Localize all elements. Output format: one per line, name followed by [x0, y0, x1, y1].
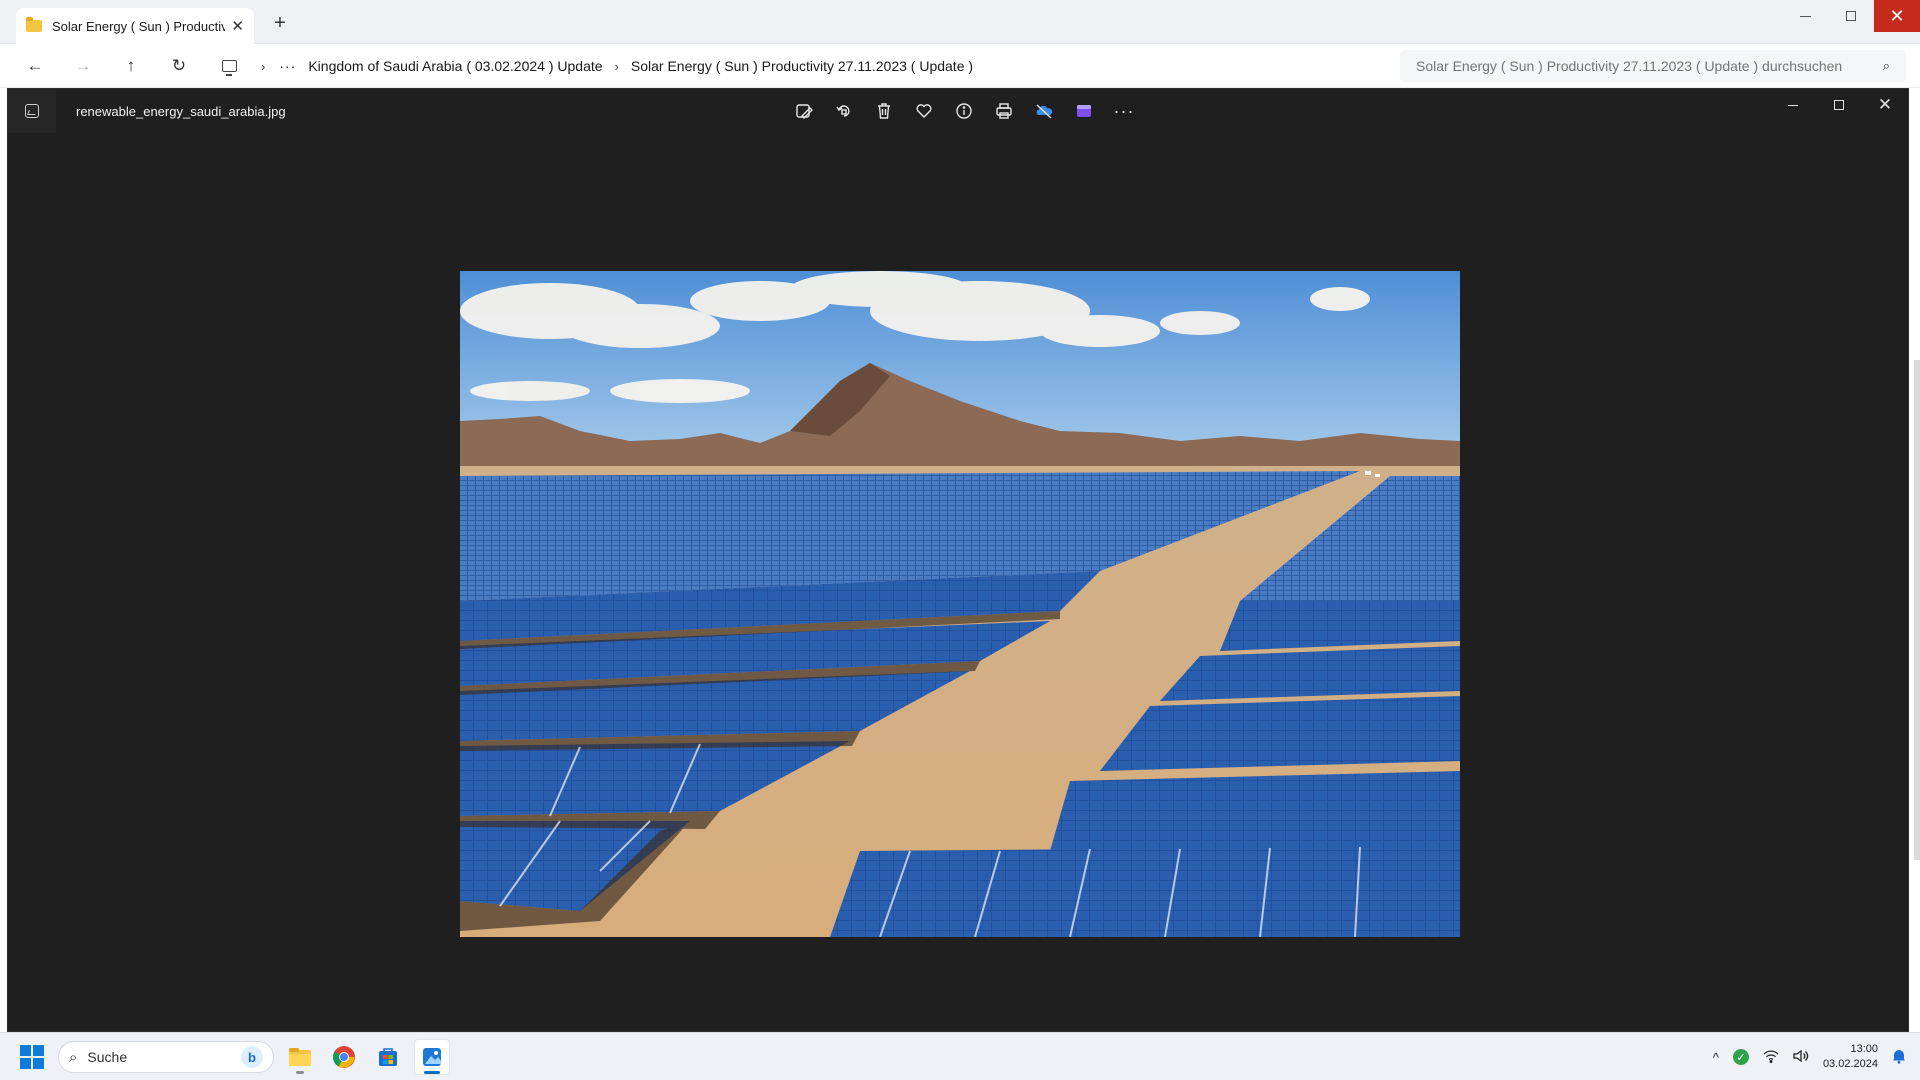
explorer-tab[interactable]: Solar Energy ( Sun ) Productivi ✕: [16, 8, 254, 44]
security-icon[interactable]: ✓: [1732, 1049, 1749, 1065]
taskbar-search-label: Suche: [87, 1049, 128, 1065]
search-icon[interactable]: ⌕: [1883, 58, 1890, 74]
more-options-button[interactable]: ···: [1110, 97, 1138, 125]
photos-icon: [423, 1048, 441, 1066]
photos-toolbar: ···: [790, 97, 1150, 125]
tab-title: Solar Energy ( Sun ) Productivi: [52, 18, 226, 34]
store-icon: [379, 1048, 397, 1066]
breadcrumb-item-solar-energy[interactable]: Solar Energy ( Sun ) Productivity 27.11.…: [631, 58, 973, 74]
rotate-button[interactable]: [830, 97, 858, 125]
explorer-scrollbar[interactable]: [1914, 360, 1920, 860]
up-button[interactable]: ↑: [118, 54, 144, 78]
breadcrumb: › ··· Kingdom of Saudi Arabia ( 03.02.20…: [212, 50, 1394, 82]
vehicle: [1375, 474, 1380, 477]
breadcrumb-separator[interactable]: ›: [261, 59, 265, 74]
system-tray: ^ ✓ 13:00 03.02.2024: [1699, 1033, 1906, 1080]
photos-maximize-button[interactable]: [1816, 89, 1862, 121]
minimize-button[interactable]: [1782, 0, 1828, 32]
taskbar-search[interactable]: ⌕ Suche b: [58, 1041, 274, 1073]
solar-farm-photo: [460, 271, 1460, 937]
clock[interactable]: 13:00 03.02.2024: [1823, 1042, 1878, 1072]
photo-filename: renewable_energy_saudi_arabia.jpg: [76, 104, 286, 119]
close-button[interactable]: ✕: [1874, 0, 1920, 32]
explorer-window-controls: ✕: [1782, 0, 1920, 32]
refresh-button[interactable]: ↻: [166, 54, 192, 78]
windows-logo-icon: [20, 1045, 31, 1056]
maximize-icon: [1834, 100, 1844, 110]
running-indicator: [424, 1071, 440, 1074]
favorite-icon: [916, 104, 932, 118]
notification-bell-icon[interactable]: [1892, 1048, 1906, 1067]
gallery-icon: [25, 104, 39, 118]
photo-canvas[interactable]: [460, 271, 1460, 937]
back-button[interactable]: ←: [22, 54, 48, 78]
folder-icon: [26, 17, 42, 32]
clock-date: 03.02.2024: [1822, 1058, 1878, 1070]
more-icon: ···: [1113, 100, 1135, 121]
explorer-search-input[interactable]: [1416, 58, 1875, 74]
start-button[interactable]: [20, 1045, 44, 1069]
rotate-icon: [836, 105, 850, 117]
file-explorer-icon: [289, 1048, 311, 1066]
breadcrumb-separator[interactable]: ›: [615, 59, 619, 74]
photos-app[interactable]: [414, 1039, 450, 1075]
this-pc-icon[interactable]: [222, 60, 237, 76]
edit-image-icon: [796, 104, 813, 119]
delete-icon: [878, 103, 890, 119]
clipchamp-icon: [1077, 105, 1091, 117]
minimize-icon: [1788, 104, 1798, 106]
bing-icon[interactable]: b: [241, 1046, 263, 1068]
chrome-app[interactable]: [326, 1039, 362, 1075]
clipchamp-button[interactable]: [1070, 97, 1098, 125]
explorer-search-box: ⌕: [1400, 50, 1906, 82]
onedrive-button[interactable]: [1030, 97, 1058, 125]
explorer-tab-bar: Solar Energy ( Sun ) Productivi ✕ + ✕: [0, 0, 1920, 44]
print-button[interactable]: [990, 97, 1018, 125]
maximize-icon: [1846, 11, 1856, 21]
show-hidden-icons-button[interactable]: ^: [1713, 1050, 1719, 1065]
minimize-icon: [1799, 15, 1811, 17]
breadcrumb-item-saudi-arabia[interactable]: Kingdom of Saudi Arabia ( 03.02.2024 ) U…: [308, 58, 602, 74]
photos-window-controls: ✕: [1770, 89, 1908, 121]
clock-time: 13:00: [1850, 1043, 1878, 1055]
explorer-address-bar: ← → ↑ ↻ › ··· Kingdom of Saudi Arabia ( …: [0, 44, 1920, 88]
print-icon: [996, 103, 1012, 119]
new-tab-button[interactable]: +: [268, 12, 292, 36]
edit-image-button[interactable]: [790, 97, 818, 125]
delete-button[interactable]: [870, 97, 898, 125]
tab-close-button[interactable]: ✕: [231, 17, 244, 35]
search-icon: ⌕: [69, 1048, 78, 1066]
photos-close-button[interactable]: ✕: [1862, 89, 1908, 121]
running-indicator: [296, 1071, 304, 1074]
vehicle: [1365, 471, 1371, 475]
info-button[interactable]: [950, 97, 978, 125]
breadcrumb-overflow-button[interactable]: ···: [279, 58, 296, 74]
store-app[interactable]: [370, 1039, 406, 1075]
taskbar: ⌕ Suche b ^ ✓ 13:00 03.02.2024: [0, 1032, 1920, 1080]
info-icon: [956, 103, 972, 119]
photos-viewer-window: renewable_energy_saudi_arabia.jpg ··· ✕: [7, 88, 1909, 1032]
favorite-button[interactable]: [910, 97, 938, 125]
onedrive-icon: [1036, 104, 1053, 119]
maximize-button[interactable]: [1828, 0, 1874, 32]
wifi-icon[interactable]: [1763, 1049, 1779, 1066]
volume-icon[interactable]: [1793, 1049, 1809, 1066]
file-explorer-app[interactable]: [282, 1039, 318, 1075]
chrome-icon: [333, 1046, 355, 1068]
photos-minimize-button[interactable]: [1770, 89, 1816, 121]
forward-button[interactable]: →: [70, 54, 96, 78]
gallery-toggle[interactable]: [8, 89, 56, 133]
